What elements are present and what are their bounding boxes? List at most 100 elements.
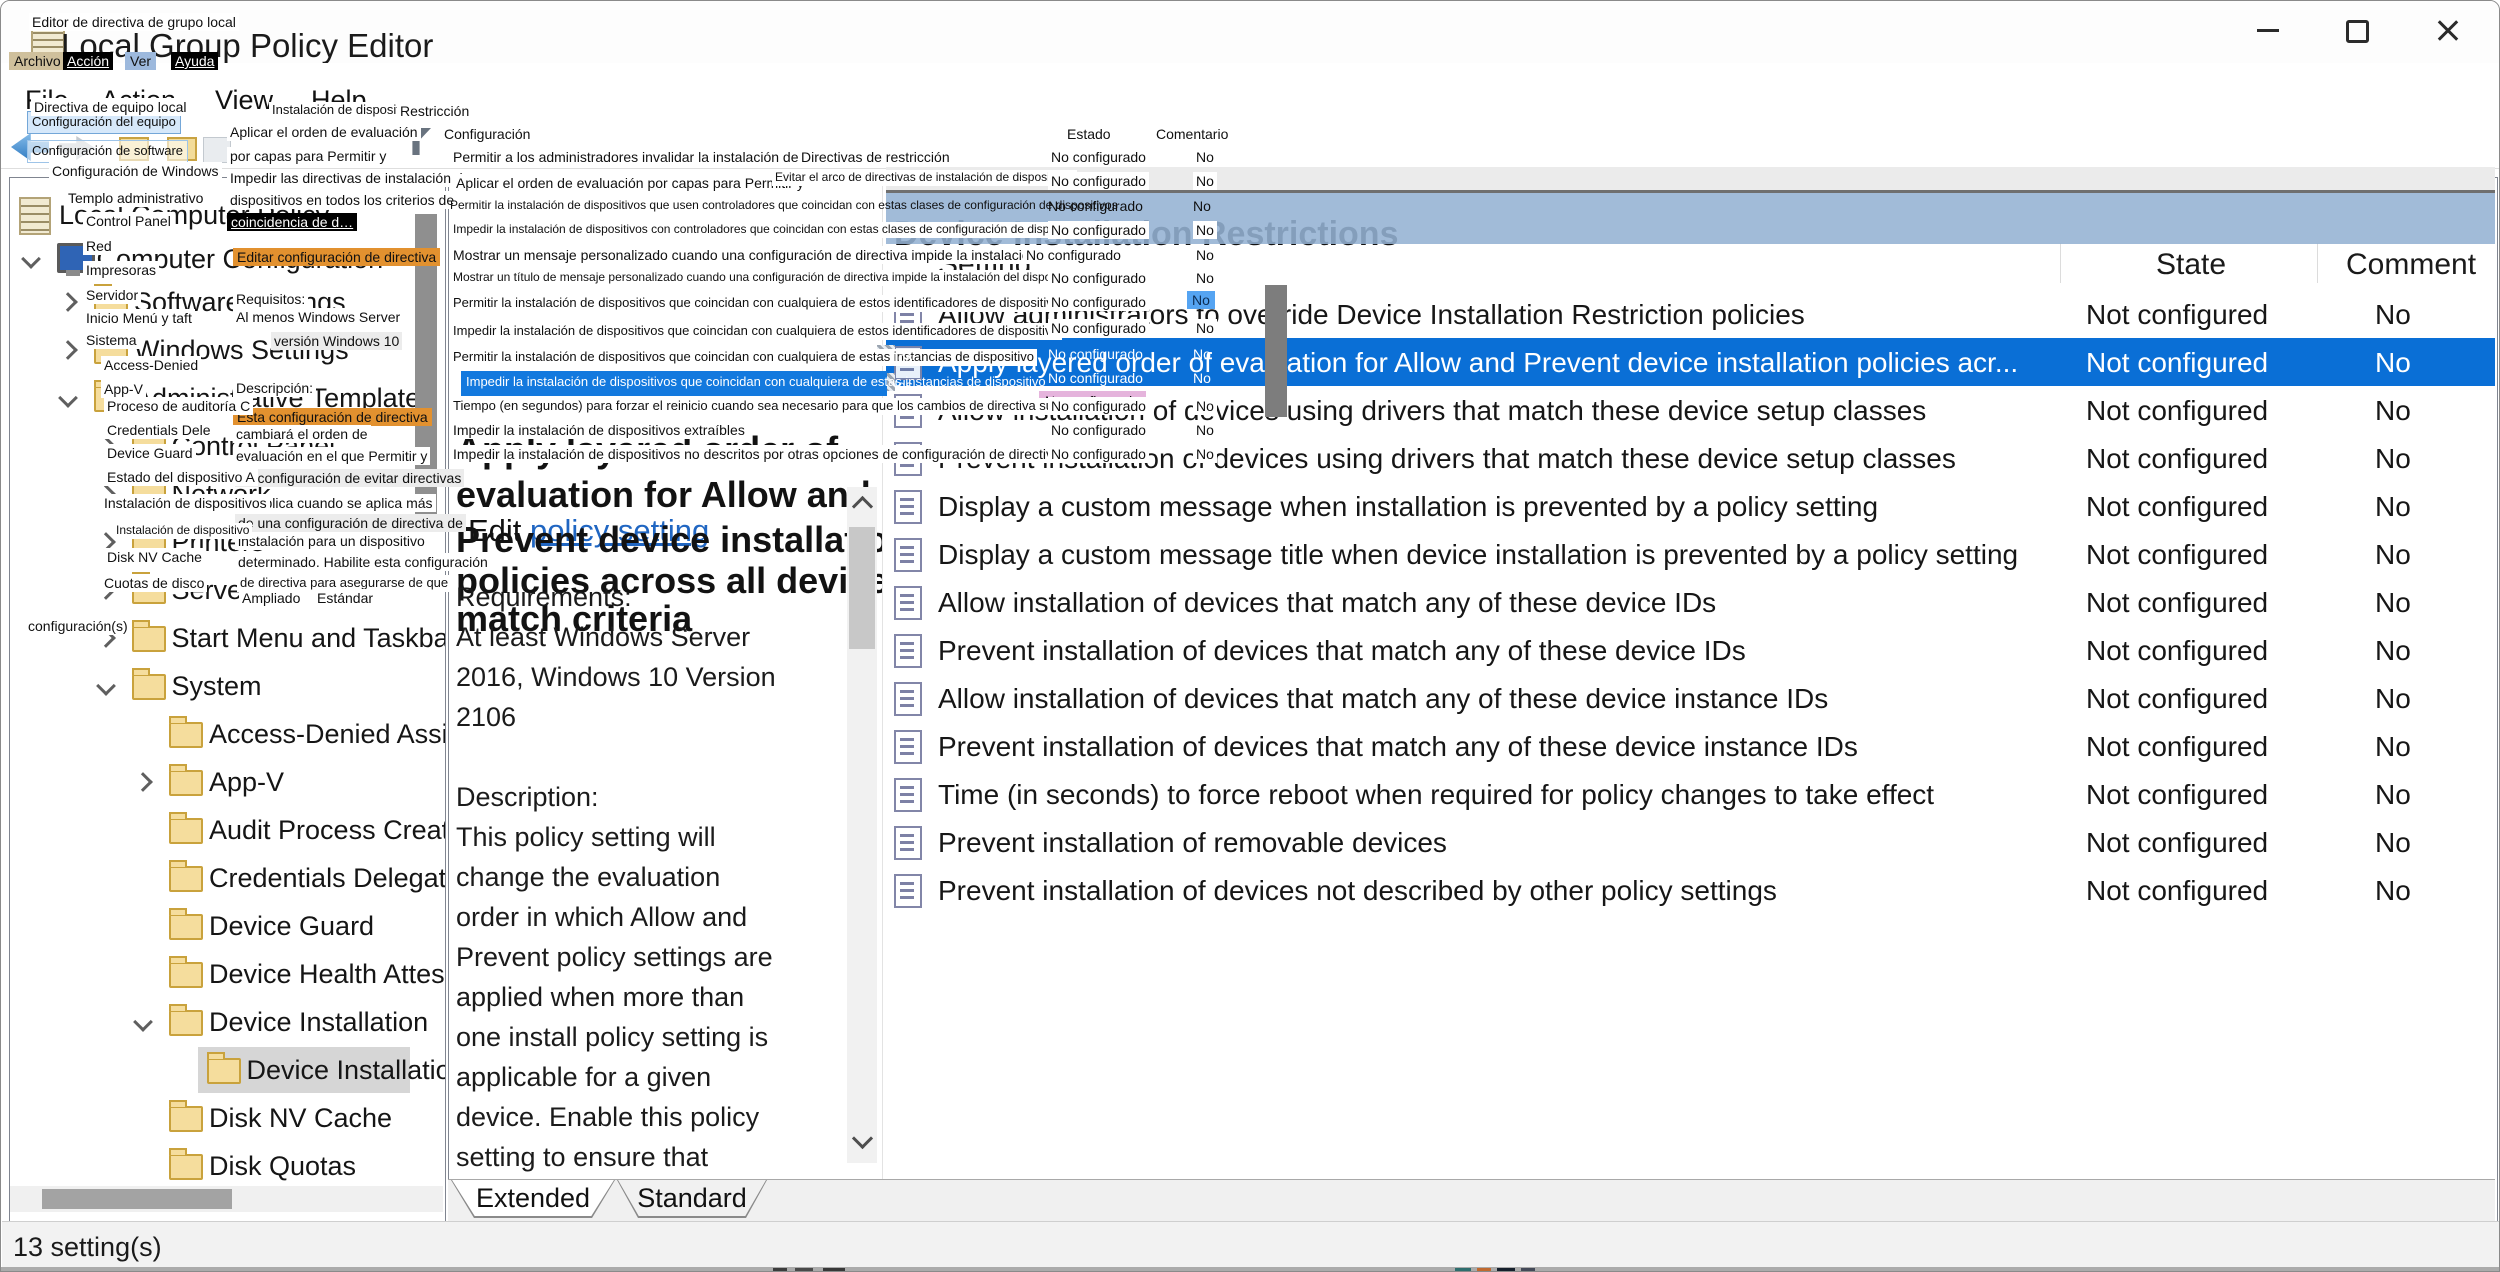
menu-item-file[interactable]: File <box>25 85 69 116</box>
chevron-down-icon[interactable] <box>133 1012 153 1032</box>
folder-icon <box>132 578 166 604</box>
list-row[interactable]: Display a custom message when installati… <box>886 482 2495 530</box>
column-separator[interactable] <box>2317 243 2318 283</box>
setting-state: Not configured <box>2086 347 2268 379</box>
tree-item-windows-settings[interactable]: Windows Settings <box>10 326 443 374</box>
list-row[interactable]: Prevent installation of removable device… <box>886 818 2495 866</box>
chevron-right-icon[interactable] <box>58 292 78 312</box>
chevron-down-icon[interactable] <box>58 388 78 408</box>
tree-item-server[interactable]: Server <box>10 566 443 614</box>
setting-name: Prevent installation of devices using dr… <box>938 443 2073 475</box>
tree-item-app-v[interactable]: App-V <box>10 758 443 806</box>
chevron-right-icon[interactable] <box>96 484 116 504</box>
tree-item-credentials-delegation[interactable]: Credentials Delegation <box>10 854 443 902</box>
setting-comment: No <box>2375 779 2411 811</box>
taskbar-fragment <box>823 1268 845 1272</box>
tab-extended-label[interactable]: Extended <box>452 1180 614 1216</box>
list-row[interactable]: Apply layered order of evaluation for Al… <box>886 338 2495 386</box>
chevron-right-icon[interactable] <box>96 436 116 456</box>
tree-item-label: Local Computer Policy <box>59 200 329 231</box>
tree-item-access-denied-assistance[interactable]: Access-Denied Assistance <box>10 710 443 758</box>
folder-icon <box>169 722 203 748</box>
folder-icon <box>132 674 166 700</box>
folder-icon <box>169 866 203 892</box>
tree-item-system[interactable]: System <box>10 662 443 710</box>
list-row[interactable]: Allow installation of devices that match… <box>886 578 2495 626</box>
list-row[interactable]: Prevent installation of devices that mat… <box>886 626 2495 674</box>
column-separator[interactable] <box>2060 243 2061 283</box>
tree-item-printers[interactable]: Printers <box>10 518 443 566</box>
tree-item-start-menu-and-taskbar[interactable]: Start Menu and Taskbar <box>10 614 443 662</box>
minimize-icon[interactable] <box>2257 29 2279 32</box>
scroll-icon <box>19 197 51 235</box>
toolbar-console-icon[interactable] <box>203 137 231 163</box>
chevron-down-icon[interactable] <box>96 676 116 696</box>
tree-item-local-computer-policy[interactable]: Local Computer Policy <box>10 191 443 239</box>
menu-item-help[interactable]: Help <box>311 85 367 116</box>
tree-item-device-health-attestation-service[interactable]: Device Health Attestation Service <box>10 950 443 998</box>
list-row[interactable]: Prevent installation of devices using dr… <box>886 434 2495 482</box>
tree-item-device-installation[interactable]: Device Installation <box>10 998 443 1046</box>
tree-item-administrative-templates[interactable]: Administrative Templates <box>10 374 443 422</box>
tree-item-network[interactable]: Network <box>10 470 443 518</box>
tree-item-device-guard[interactable]: Device Guard <box>10 902 443 950</box>
setting-state: Not configured <box>2086 539 2268 571</box>
policy-setting-icon <box>894 442 922 476</box>
tree-item-disk-quotas[interactable]: Disk Quotas <box>10 1142 443 1190</box>
policy-setting-icon <box>894 394 922 428</box>
tree-item-device-installation-restrictions[interactable]: Device Installation Restrictions <box>10 1046 443 1094</box>
chevron-right-icon[interactable] <box>133 772 153 792</box>
menu-item-view[interactable]: View <box>215 85 273 116</box>
description-scrollbar-thumb[interactable] <box>849 527 875 649</box>
tab-standard[interactable]: Standard <box>617 1180 767 1218</box>
chevron-right-icon[interactable] <box>96 532 116 552</box>
tree-item-label: Audit Process Creation <box>209 815 446 846</box>
description-line: Prevent policy settings are <box>456 942 773 973</box>
setting-comment: No <box>2375 395 2411 427</box>
setting-name: Prevent installation of removable device… <box>938 827 2073 859</box>
chevron-right-icon[interactable] <box>96 628 116 648</box>
list-row[interactable]: Allow administrators to override Device … <box>886 290 2495 338</box>
tree-scrollbar-thumb[interactable] <box>42 1189 232 1209</box>
tab-standard-label[interactable]: Standard <box>618 1180 766 1216</box>
maximize-icon[interactable] <box>2346 20 2369 43</box>
column-header-state[interactable]: State <box>2156 248 2226 282</box>
tree-item-label: Disk Quotas <box>209 1151 356 1182</box>
tree-item-label: System <box>172 671 262 702</box>
chevron-right-icon[interactable] <box>58 340 78 360</box>
tab-extended[interactable]: Extended <box>451 1180 615 1218</box>
status-bar <box>2 1221 2500 1268</box>
tree-item-label: Software Settings <box>134 287 346 318</box>
column-header-setting[interactable]: Setting <box>938 248 1031 282</box>
list-row[interactable]: Prevent installation of devices that mat… <box>886 722 2495 770</box>
tree-item-computer-configuration[interactable]: Computer Configuration <box>10 235 443 283</box>
list-row[interactable]: Prevent installation of devices not desc… <box>886 866 2495 914</box>
console-tree-pane: Local Computer Policy Computer Configurat… <box>9 177 446 1222</box>
list-row[interactable]: Display a custom message title when devi… <box>886 530 2495 578</box>
description-line: order in which Allow and <box>456 902 747 933</box>
extended-description-pane: Edit policy setting Apply layered order … <box>448 177 882 1179</box>
folder-icon <box>169 770 203 796</box>
list-row[interactable]: Allow installation of devices using driv… <box>886 386 2495 434</box>
toolbar-folder-icon[interactable] <box>119 137 149 161</box>
tree-item-audit-process-creation[interactable]: Audit Process Creation <box>10 806 443 854</box>
folder-icon <box>207 1058 241 1084</box>
tree-item-disk-nv-cache[interactable]: Disk NV Cache <box>10 1094 443 1142</box>
policy-setting-icon <box>894 730 922 764</box>
folder-icon <box>132 482 166 508</box>
list-row[interactable]: Allow installation of devices that match… <box>886 674 2495 722</box>
policy-setting-icon <box>894 682 922 716</box>
tree-item-control-panel[interactable]: Control Panel <box>10 422 443 470</box>
toolbar-folder-icon[interactable] <box>167 137 197 161</box>
description-line: 2016, Windows 10 Version <box>456 662 776 693</box>
chevron-right-icon[interactable] <box>96 580 116 600</box>
menu-item-action[interactable]: Action <box>101 85 176 116</box>
description-line: Description: <box>456 782 599 813</box>
folder-icon <box>132 530 166 556</box>
column-header-comment[interactable]: Comment <box>2346 248 2476 282</box>
chevron-down-icon[interactable] <box>21 249 41 269</box>
tree-item-software-settings[interactable]: Software Settings <box>10 278 443 326</box>
list-row[interactable]: Time (in seconds) to force reboot when r… <box>886 770 2495 818</box>
folder-icon <box>169 1010 203 1036</box>
setting-name: Allow installation of devices that match… <box>938 587 2073 619</box>
